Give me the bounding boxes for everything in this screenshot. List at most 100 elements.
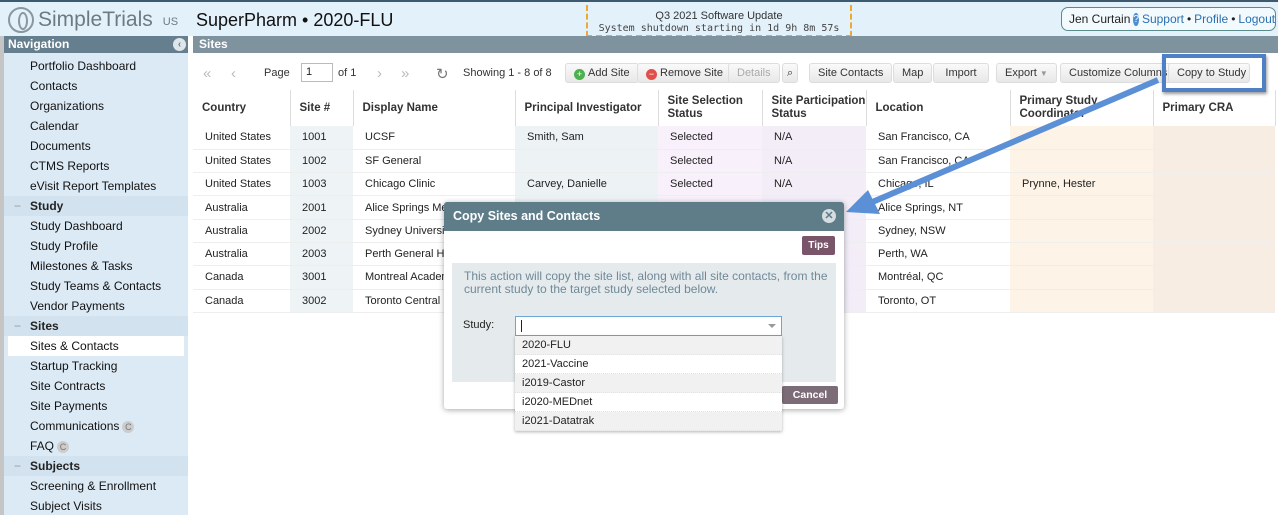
collapse-icon[interactable]: ‹ bbox=[173, 38, 186, 51]
tips-button[interactable]: Tips bbox=[802, 236, 835, 255]
table-row[interactable]: United States 1002 SF General Selected N/A Sa… bbox=[193, 149, 1275, 174]
support-link[interactable]: Support bbox=[1142, 12, 1184, 26]
label: Export bbox=[1005, 67, 1037, 79]
table-cell: San Francisco, CA bbox=[866, 149, 1010, 174]
export-button[interactable]: Export ▼ bbox=[996, 63, 1057, 83]
table-cell: 1001 bbox=[290, 126, 353, 150]
chevron-down-icon[interactable] bbox=[768, 324, 776, 328]
section-label: Subjects bbox=[30, 459, 81, 473]
table-cell bbox=[1010, 195, 1153, 220]
sidebar-item[interactable]: Portfolio Dashboard bbox=[4, 56, 188, 76]
sidebar-item[interactable]: Contacts bbox=[4, 76, 188, 96]
page-input[interactable]: 1 bbox=[301, 63, 333, 82]
dropdown-option[interactable]: i2020-MEDnet bbox=[515, 393, 782, 412]
logout-link[interactable]: Logout bbox=[1238, 12, 1275, 26]
map-button[interactable]: Map bbox=[893, 63, 933, 83]
sidebar-item[interactable]: Subject Visits bbox=[4, 496, 188, 516]
help-icon[interactable]: ? bbox=[1133, 12, 1139, 26]
dropdown-option[interactable]: 2021-Vaccine bbox=[515, 355, 782, 374]
sidebar-item[interactable]: Vendor Payments bbox=[4, 296, 188, 316]
sidebar-item[interactable]: Documents bbox=[4, 136, 188, 156]
prev-page-icon[interactable]: ‹ bbox=[231, 65, 236, 82]
table-cell: Prynne, Hester bbox=[1010, 172, 1153, 197]
sidebar-item[interactable]: Calendar bbox=[4, 116, 188, 136]
table-cell: Australia bbox=[193, 195, 290, 220]
column-header[interactable]: Site Participation Status bbox=[762, 90, 867, 126]
table-cell: Sydney, NSW bbox=[866, 219, 1010, 243]
separator: • bbox=[1231, 12, 1236, 26]
column-header[interactable]: Display Name bbox=[353, 90, 516, 126]
refresh-icon[interactable]: ↻ bbox=[436, 65, 449, 83]
dropdown-option[interactable]: i2019-Castor bbox=[515, 374, 782, 393]
sidebar-section-study[interactable]: − Study bbox=[4, 196, 188, 216]
collapse-section-icon[interactable]: − bbox=[14, 196, 21, 216]
sidebar-item[interactable]: Study Teams & Contacts bbox=[4, 276, 188, 296]
logo-text: SimpleTrials bbox=[38, 8, 153, 31]
table-cell: Canada bbox=[193, 265, 290, 290]
sidebar-item[interactable]: Startup Tracking bbox=[4, 356, 188, 376]
study-combobox[interactable] bbox=[515, 316, 782, 336]
dialog-header: Copy Sites and Contacts ✕ bbox=[444, 202, 844, 231]
remove-site-button[interactable]: − Remove Site bbox=[637, 63, 732, 83]
column-header[interactable]: Primary Study Coordinator bbox=[1010, 90, 1154, 126]
table-row[interactable]: United States 1003 Chicago Clinic Carvey, D… bbox=[193, 172, 1275, 197]
sidebar-item[interactable]: Screening & Enrollment bbox=[4, 476, 188, 496]
logo[interactable]: SimpleTrials US bbox=[8, 7, 178, 33]
minus-icon: − bbox=[646, 69, 657, 80]
table-cell: Canada bbox=[193, 289, 290, 313]
separator: • bbox=[1186, 12, 1192, 26]
details-button[interactable]: Details bbox=[728, 63, 780, 83]
toolbar: « ‹ Page 1 of 1 › » ↻ Showing 1 - 8 of 8… bbox=[193, 61, 1278, 85]
sidebar-section-sites[interactable]: − Sites bbox=[4, 316, 188, 336]
sidebar-item[interactable]: Site Contracts bbox=[4, 376, 188, 396]
table-cell bbox=[1153, 219, 1275, 243]
sidebar-item[interactable]: eVisit Report Templates bbox=[4, 176, 188, 196]
sidebar-item[interactable]: Study Profile bbox=[4, 236, 188, 256]
profile-link[interactable]: Profile bbox=[1194, 12, 1228, 26]
record-count: Showing 1 - 8 of 8 bbox=[463, 67, 552, 79]
panel-title: Sites bbox=[193, 36, 1278, 53]
sidebar-item[interactable]: FAQ C bbox=[4, 436, 188, 456]
column-header[interactable]: Site # bbox=[290, 90, 354, 126]
sidebar-item-label: FAQ bbox=[30, 439, 55, 453]
last-page-icon[interactable]: » bbox=[401, 65, 409, 82]
top-bar: SimpleTrials US SuperPharm • 2020-FLU Q3 … bbox=[0, 0, 1278, 37]
nav-header: Navigation ‹ bbox=[4, 36, 188, 53]
table-cell bbox=[515, 149, 658, 174]
column-header[interactable]: Principal Investigator bbox=[515, 90, 659, 126]
collapse-section-icon[interactable]: − bbox=[14, 316, 21, 336]
notice-title: Q3 2021 Software Update bbox=[655, 10, 783, 22]
sidebar-item[interactable]: Sites & Contacts bbox=[8, 336, 184, 356]
table-cell: Montréal, QC bbox=[866, 265, 1010, 290]
sidebar-item[interactable]: Organizations bbox=[4, 96, 188, 116]
sidebar-item-label: Communications bbox=[30, 419, 120, 433]
column-header[interactable]: Primary CRA bbox=[1153, 90, 1276, 126]
next-page-icon[interactable]: › bbox=[377, 65, 382, 82]
table-row[interactable]: United States 1001 UCSF Smith, Sam Selected N… bbox=[193, 126, 1275, 150]
table-cell bbox=[1010, 126, 1153, 150]
sidebar-item[interactable]: Site Payments bbox=[4, 396, 188, 416]
sidebar-item[interactable]: CTMS Reports bbox=[4, 156, 188, 176]
close-icon[interactable]: ✕ bbox=[822, 209, 836, 223]
first-page-icon[interactable]: « bbox=[203, 65, 211, 82]
cancel-button[interactable]: Cancel bbox=[782, 386, 838, 404]
dropdown-option[interactable]: i2021-Datatrak bbox=[515, 412, 782, 431]
collapse-section-icon[interactable]: − bbox=[14, 456, 21, 476]
sidebar-item[interactable]: Milestones & Tasks bbox=[4, 256, 188, 276]
dropdown-option[interactable]: 2020-FLU bbox=[515, 336, 782, 355]
sidebar-section-subjects[interactable]: − Subjects bbox=[4, 456, 188, 476]
sidebar-item[interactable]: Study Dashboard bbox=[4, 216, 188, 236]
table-cell: 1003 bbox=[290, 172, 353, 197]
import-button[interactable]: Import bbox=[933, 63, 989, 83]
add-site-button[interactable]: + Add Site bbox=[565, 63, 639, 83]
search-icon[interactable]: ⌕ bbox=[782, 63, 799, 83]
plus-icon: + bbox=[574, 69, 585, 80]
sidebar-item-label: Vendor Payments bbox=[30, 299, 125, 313]
customize-columns-button[interactable]: Customize Columns bbox=[1060, 63, 1177, 83]
site-contacts-button[interactable]: Site Contacts bbox=[809, 63, 893, 83]
column-header[interactable]: Country bbox=[193, 90, 291, 126]
column-header[interactable]: Location bbox=[866, 90, 1011, 126]
sidebar-item[interactable]: Communications C bbox=[4, 416, 188, 436]
table-cell: 3001 bbox=[290, 265, 353, 290]
column-header[interactable]: Site Selection Status bbox=[658, 90, 763, 126]
